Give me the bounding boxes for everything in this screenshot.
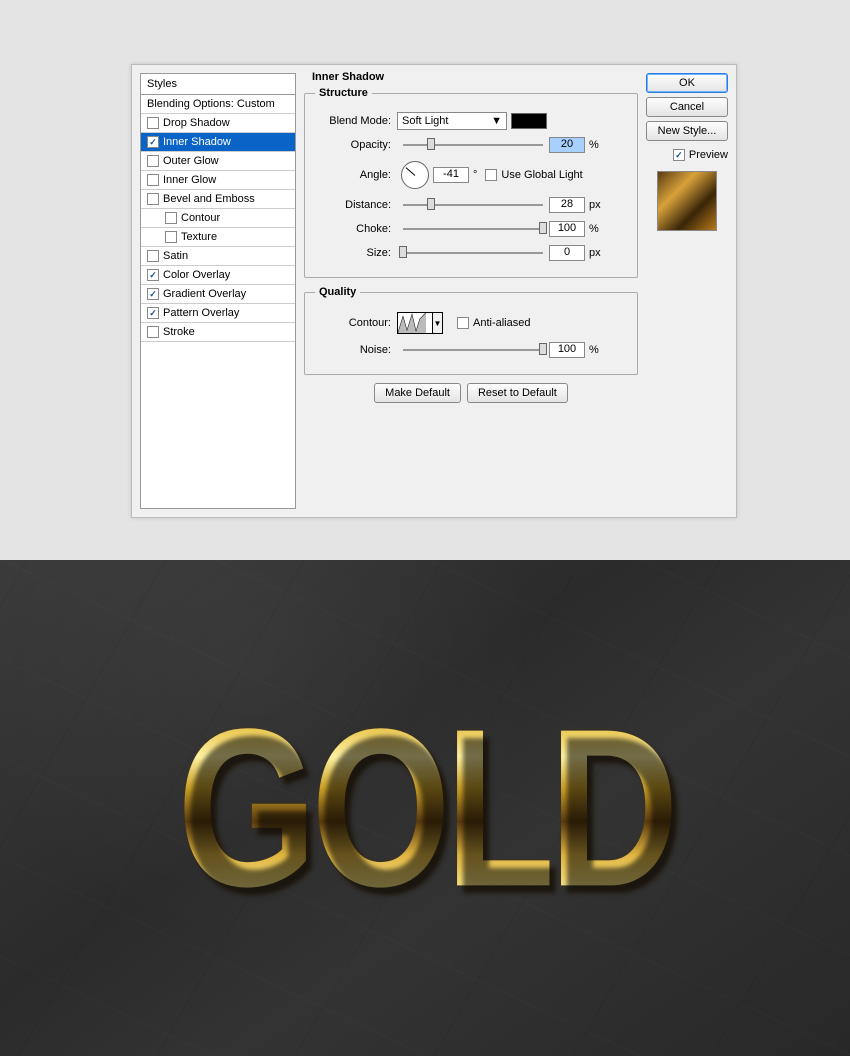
style-label: Inner Shadow xyxy=(163,136,231,148)
size-label: Size: xyxy=(315,247,391,259)
noise-slider[interactable] xyxy=(403,343,543,357)
style-checkbox[interactable] xyxy=(147,174,159,186)
style-checkbox[interactable] xyxy=(147,307,159,319)
size-unit: px xyxy=(589,247,601,259)
opacity-slider[interactable] xyxy=(403,138,543,152)
distance-slider[interactable] xyxy=(403,198,543,212)
reset-default-button[interactable]: Reset to Default xyxy=(467,383,568,403)
preview-label: Preview xyxy=(689,149,728,161)
style-row-gradient-overlay[interactable]: Gradient Overlay xyxy=(141,285,295,304)
ok-button[interactable]: OK xyxy=(646,73,728,93)
structure-legend: Structure xyxy=(315,87,372,99)
style-row-color-overlay[interactable]: Color Overlay xyxy=(141,266,295,285)
result-preview: GOLD xyxy=(0,560,850,1056)
contour-picker[interactable] xyxy=(397,312,433,334)
angle-dial[interactable] xyxy=(401,161,429,189)
style-label: Satin xyxy=(163,250,188,262)
style-label: Color Overlay xyxy=(163,269,230,281)
blend-mode-label: Blend Mode: xyxy=(315,115,391,127)
style-row-inner-glow[interactable]: Inner Glow xyxy=(141,171,295,190)
blending-options-label: Blending Options: Custom xyxy=(147,98,275,110)
choke-label: Choke: xyxy=(315,223,391,235)
styles-list-panel: Styles Blending Options: Custom Drop Sha… xyxy=(140,73,296,509)
style-row-stroke[interactable]: Stroke xyxy=(141,323,295,342)
contour-label: Contour: xyxy=(315,317,391,329)
contour-dropdown-arrow[interactable]: ▼ xyxy=(433,312,443,334)
blend-mode-value: Soft Light xyxy=(402,115,448,127)
style-checkbox[interactable] xyxy=(147,250,159,262)
style-label: Texture xyxy=(181,231,217,243)
style-label: Stroke xyxy=(163,326,195,338)
choke-input[interactable]: 100 xyxy=(549,221,585,237)
contour-curve-icon xyxy=(398,313,426,333)
quality-group: Quality Contour: ▼ Anti-aliased Noise: xyxy=(304,286,638,375)
opacity-label: Opacity: xyxy=(315,139,391,151)
noise-unit: % xyxy=(589,344,599,356)
shadow-color-swatch[interactable] xyxy=(511,113,547,129)
style-label: Contour xyxy=(181,212,220,224)
style-checkbox[interactable] xyxy=(165,231,177,243)
effect-settings-panel: Inner Shadow Structure Blend Mode: Soft … xyxy=(304,73,638,509)
preview-checkbox[interactable] xyxy=(673,149,685,161)
blending-options-row[interactable]: Blending Options: Custom xyxy=(141,95,295,114)
new-style-button[interactable]: New Style... xyxy=(646,121,728,141)
style-checkbox[interactable] xyxy=(147,193,159,205)
style-row-bevel-and-emboss[interactable]: Bevel and Emboss xyxy=(141,190,295,209)
preview-thumbnail xyxy=(657,171,717,231)
cancel-button[interactable]: Cancel xyxy=(646,97,728,117)
distance-unit: px xyxy=(589,199,601,211)
style-row-texture[interactable]: Texture xyxy=(141,228,295,247)
style-label: Inner Glow xyxy=(163,174,216,186)
layer-style-dialog: Styles Blending Options: Custom Drop Sha… xyxy=(131,64,737,518)
angle-label: Angle: xyxy=(315,169,391,181)
distance-input[interactable]: 28 xyxy=(549,197,585,213)
style-checkbox[interactable] xyxy=(165,212,177,224)
style-checkbox[interactable] xyxy=(147,136,159,148)
quality-legend: Quality xyxy=(315,286,360,298)
use-global-light-checkbox[interactable] xyxy=(485,169,497,181)
opacity-input[interactable]: 20 xyxy=(549,137,585,153)
style-label: Outer Glow xyxy=(163,155,219,167)
chevron-down-icon: ▼ xyxy=(491,115,502,127)
style-row-pattern-overlay[interactable]: Pattern Overlay xyxy=(141,304,295,323)
size-slider[interactable] xyxy=(403,246,543,260)
style-row-outer-glow[interactable]: Outer Glow xyxy=(141,152,295,171)
structure-group: Structure Blend Mode: Soft Light ▼ Opaci… xyxy=(304,87,638,278)
gold-text: GOLD xyxy=(177,679,673,938)
choke-unit: % xyxy=(589,223,599,235)
anti-aliased-label: Anti-aliased xyxy=(473,317,530,329)
style-checkbox[interactable] xyxy=(147,117,159,129)
noise-input[interactable]: 100 xyxy=(549,342,585,358)
opacity-unit: % xyxy=(589,139,599,151)
section-title: Inner Shadow xyxy=(312,71,638,83)
style-checkbox[interactable] xyxy=(147,269,159,281)
style-row-contour[interactable]: Contour xyxy=(141,209,295,228)
distance-label: Distance: xyxy=(315,199,391,211)
noise-label: Noise: xyxy=(315,344,391,356)
style-row-satin[interactable]: Satin xyxy=(141,247,295,266)
style-label: Gradient Overlay xyxy=(163,288,246,300)
style-checkbox[interactable] xyxy=(147,288,159,300)
style-label: Drop Shadow xyxy=(163,117,230,129)
style-checkbox[interactable] xyxy=(147,155,159,167)
styles-header: Styles xyxy=(141,74,295,95)
style-label: Bevel and Emboss xyxy=(163,193,255,205)
anti-aliased-checkbox[interactable] xyxy=(457,317,469,329)
style-row-drop-shadow[interactable]: Drop Shadow xyxy=(141,114,295,133)
blend-mode-dropdown[interactable]: Soft Light ▼ xyxy=(397,112,507,130)
style-row-inner-shadow[interactable]: Inner Shadow xyxy=(141,133,295,152)
angle-unit: ° xyxy=(473,169,477,181)
size-input[interactable]: 0 xyxy=(549,245,585,261)
angle-input[interactable]: -41 xyxy=(433,167,469,183)
dialog-right-panel: OK Cancel New Style... Preview xyxy=(646,73,728,509)
style-label: Pattern Overlay xyxy=(163,307,239,319)
choke-slider[interactable] xyxy=(403,222,543,236)
style-checkbox[interactable] xyxy=(147,326,159,338)
make-default-button[interactable]: Make Default xyxy=(374,383,461,403)
use-global-light-label: Use Global Light xyxy=(501,169,582,181)
